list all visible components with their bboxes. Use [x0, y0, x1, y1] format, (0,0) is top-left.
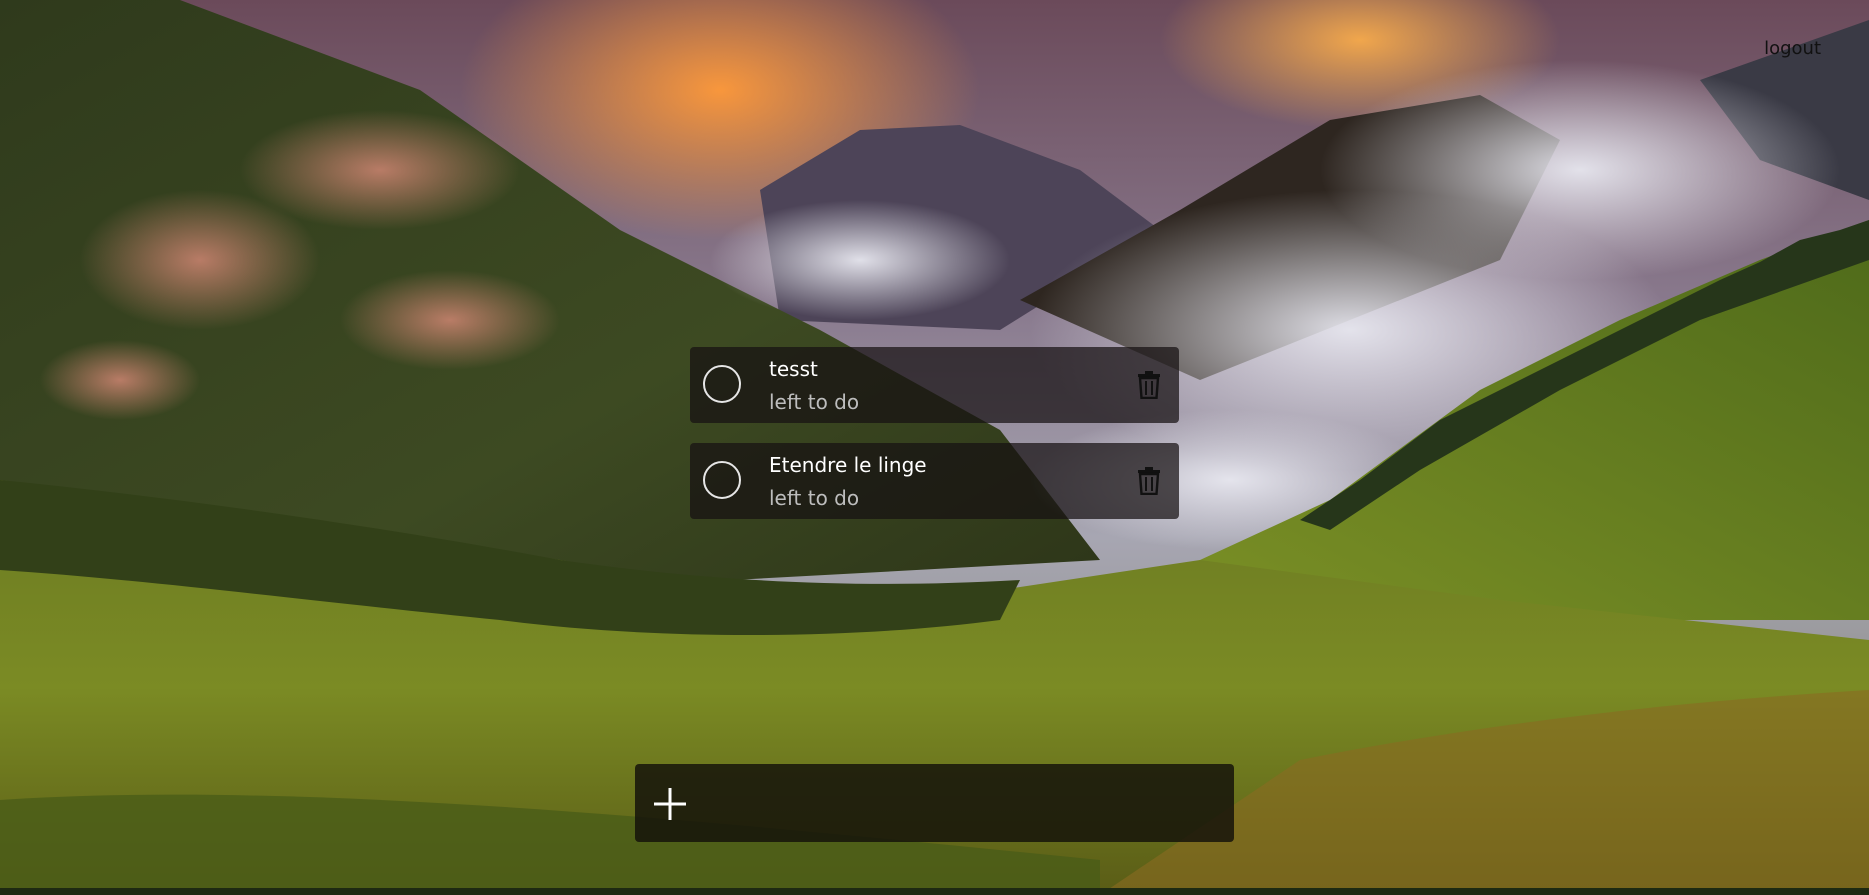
- circle-checkbox-icon[interactable]: [703, 461, 741, 499]
- add-task-bar: [635, 764, 1234, 842]
- logout-link[interactable]: logout: [1764, 38, 1821, 59]
- new-task-input[interactable]: [705, 778, 1219, 830]
- task-status: left to do: [769, 486, 860, 510]
- task-title: Etendre le linge: [769, 453, 927, 477]
- task-status: left to do: [769, 390, 860, 414]
- circle-checkbox-icon[interactable]: [703, 365, 741, 403]
- task-item: Etendre le linge left to do: [690, 443, 1179, 519]
- task-item: tesst left to do: [690, 347, 1179, 423]
- trash-icon[interactable]: [1137, 467, 1161, 495]
- trash-icon[interactable]: [1137, 371, 1161, 399]
- app-root: logout tesst left to do Etendre le linge…: [0, 0, 1869, 895]
- task-title: tesst: [769, 357, 818, 381]
- plus-icon[interactable]: [652, 786, 688, 822]
- task-list: tesst left to do Etendre le linge left t…: [690, 347, 1179, 539]
